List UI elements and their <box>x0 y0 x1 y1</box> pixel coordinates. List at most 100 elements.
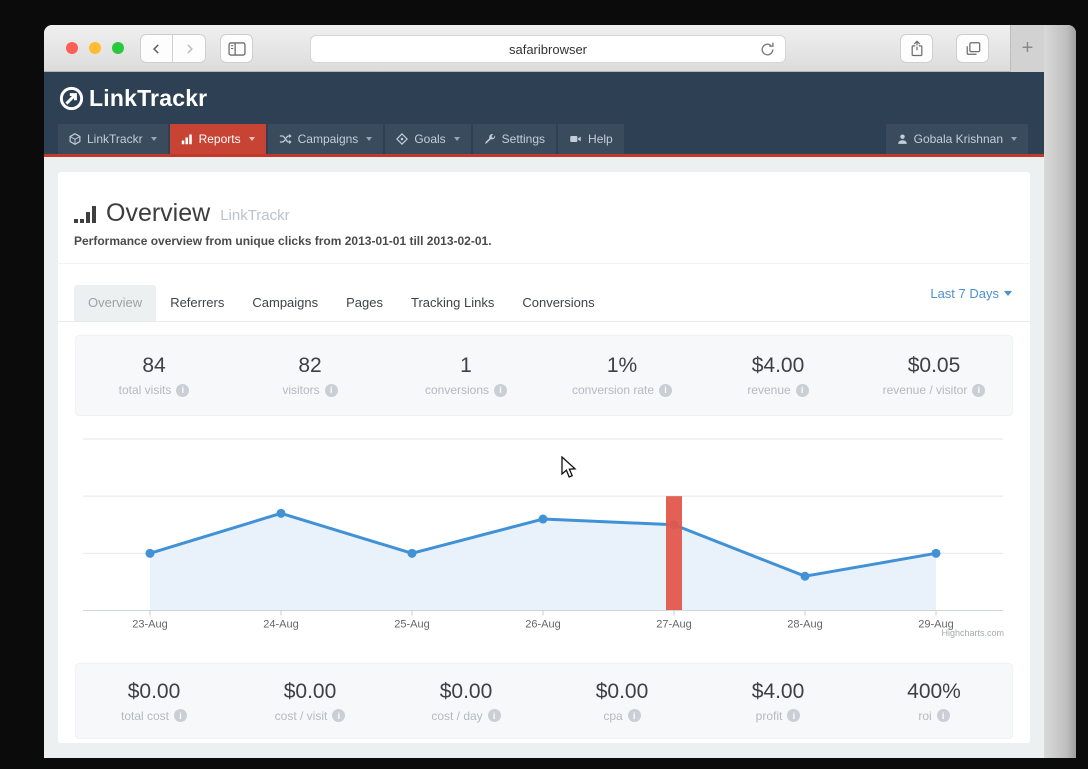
tab-conversions[interactable]: Conversions <box>508 285 608 321</box>
share-button[interactable] <box>900 34 933 63</box>
window-edge-strip <box>1044 25 1076 758</box>
app-header: LinkTrackr LinkTrackr Reports Campaigns Goa… <box>44 72 1044 157</box>
svg-text:28-Aug: 28-Aug <box>787 619 822 631</box>
tab-referrers[interactable]: Referrers <box>156 285 238 321</box>
stat-label-text: revenue / visitor <box>882 383 968 397</box>
stat-value: $4.00 <box>751 354 805 377</box>
highcharts-credit-link[interactable]: Highcharts.com <box>941 628 1004 638</box>
shuffle-icon <box>279 133 292 145</box>
chevron-down-icon <box>150 137 157 141</box>
info-icon[interactable] <box>176 383 190 397</box>
sidebar-toggle-button[interactable] <box>220 34 253 63</box>
bar-chart-icon <box>181 133 193 145</box>
address-bar[interactable]: safaribrowser <box>310 35 786 63</box>
minimize-window-button[interactable] <box>89 42 101 54</box>
stat-label-text: cost / visit <box>274 708 328 723</box>
info-icon[interactable] <box>795 383 809 397</box>
info-icon[interactable] <box>627 709 641 722</box>
stat-cost-day: $0.00 cost / day <box>388 664 544 738</box>
info-icon[interactable] <box>972 383 986 397</box>
chevron-down-icon <box>1011 137 1017 141</box>
close-window-button[interactable] <box>66 42 78 54</box>
linktrackr-logo-icon <box>59 86 84 110</box>
page-subtitle: Performance overview from unique clicks … <box>74 234 492 248</box>
user-menu[interactable]: Gobala Krishnan <box>885 124 1028 154</box>
info-icon[interactable] <box>494 383 508 397</box>
info-icon[interactable] <box>487 709 501 722</box>
stats-panel-bottom: $0.00 total cost $0.00 cost / visit $0.00 cos… <box>75 663 1013 739</box>
stat-value: $0.05 <box>907 354 961 377</box>
period-selector[interactable]: Last 7 Days <box>930 286 1012 301</box>
tab-campaigns[interactable]: Campaigns <box>238 285 332 321</box>
tab-overview[interactable]: Overview <box>74 285 157 321</box>
svg-text:24-Aug: 24-Aug <box>263 619 298 631</box>
stat-conversions: 1 conversions <box>388 336 544 415</box>
tab-tracking-links[interactable]: Tracking Links <box>397 285 508 321</box>
stat-label-text: total visits <box>118 383 172 397</box>
stat-label-text: conversions <box>424 383 490 397</box>
report-header: Overview LinkTrackr Performance overview… <box>58 172 1030 264</box>
plus-icon: + <box>1021 37 1034 59</box>
stat-label: roi <box>918 708 950 723</box>
chevron-down-icon <box>248 137 255 141</box>
stat-value: $0.00 <box>283 679 337 703</box>
stat-label-text: conversion rate <box>571 383 655 397</box>
nav-item-settings[interactable]: Settings <box>472 124 557 154</box>
stat-label: revenue <box>747 383 809 397</box>
chevron-down-icon <box>1004 291 1012 296</box>
zoom-window-button[interactable] <box>112 42 124 54</box>
stat-label: cost / visit <box>275 709 346 723</box>
stat-label-text: roi <box>918 708 932 723</box>
chevron-down-icon <box>453 137 460 141</box>
logo-text: LinkTrackr <box>89 84 208 111</box>
info-icon[interactable] <box>332 709 346 722</box>
stat-label: revenue / visitor <box>883 383 986 397</box>
info-icon[interactable] <box>324 383 338 397</box>
stat-visitors: 82 visitors <box>232 336 388 415</box>
camera-icon <box>569 133 582 145</box>
nav-item-linktrackr[interactable]: LinkTrackr <box>58 124 168 154</box>
info-icon[interactable] <box>174 709 188 722</box>
share-icon <box>911 40 922 57</box>
stat-label-text: profit <box>755 708 783 723</box>
svg-text:23-Aug: 23-Aug <box>132 619 167 631</box>
forward-button[interactable] <box>173 34 206 63</box>
linktrackr-logo[interactable]: LinkTrackr <box>58 85 207 112</box>
stat-value: 84 <box>142 354 166 377</box>
stat-label: conversion rate <box>571 383 673 397</box>
nav-item-label: LinkTrackr <box>87 132 143 146</box>
tab-pages[interactable]: Pages <box>332 285 397 321</box>
stat-label-text: revenue <box>747 383 791 397</box>
stat-value: $0.00 <box>439 679 493 703</box>
nav-item-help[interactable]: Help <box>558 124 624 154</box>
tab-overview-button[interactable] <box>956 34 989 63</box>
nav-item-goals[interactable]: Goals <box>385 124 471 154</box>
chevron-right-icon <box>186 43 193 54</box>
sidebar-icon <box>227 41 246 56</box>
info-icon[interactable] <box>936 709 950 722</box>
info-icon[interactable] <box>659 383 673 397</box>
stat-label: total visits <box>119 383 190 397</box>
stat-value: 1% <box>606 354 638 377</box>
nav-item-reports[interactable]: Reports <box>169 124 266 154</box>
info-icon[interactable] <box>787 709 801 722</box>
stat-label-text: cost / day <box>431 708 483 723</box>
stat-total-cost: $0.00 total cost <box>76 664 232 738</box>
stat-label: cost / day <box>431 708 501 723</box>
page-title-suffix: LinkTrackr <box>220 207 290 224</box>
signal-bars-icon <box>74 206 96 226</box>
new-tab-button[interactable]: + <box>1010 25 1044 72</box>
webpage: LinkTrackr LinkTrackr Reports Campaigns Goa… <box>44 72 1044 758</box>
content-card: Overview LinkTrackr Performance overview… <box>58 172 1030 743</box>
stat-revenue: $4.00 revenue <box>700 336 856 415</box>
nav-item-label: Gobala Krishnan <box>913 132 1003 146</box>
stat-revenue-visitor: $0.05 revenue / visitor <box>856 336 1012 415</box>
stat-total-visits: 84 total visits <box>76 336 232 415</box>
back-button[interactable] <box>140 34 173 63</box>
stat-label: total cost <box>121 709 188 723</box>
reload-button[interactable] <box>759 41 776 61</box>
nav-item-campaigns[interactable]: Campaigns <box>267 124 384 154</box>
svg-text:27-Aug: 27-Aug <box>656 619 691 631</box>
chart[interactable]: 23-Aug 24-Aug 25-Aug 26-Aug 27-Aug 28-Aug 29-A… <box>58 416 1030 659</box>
nav-item-label: Reports <box>198 132 241 146</box>
